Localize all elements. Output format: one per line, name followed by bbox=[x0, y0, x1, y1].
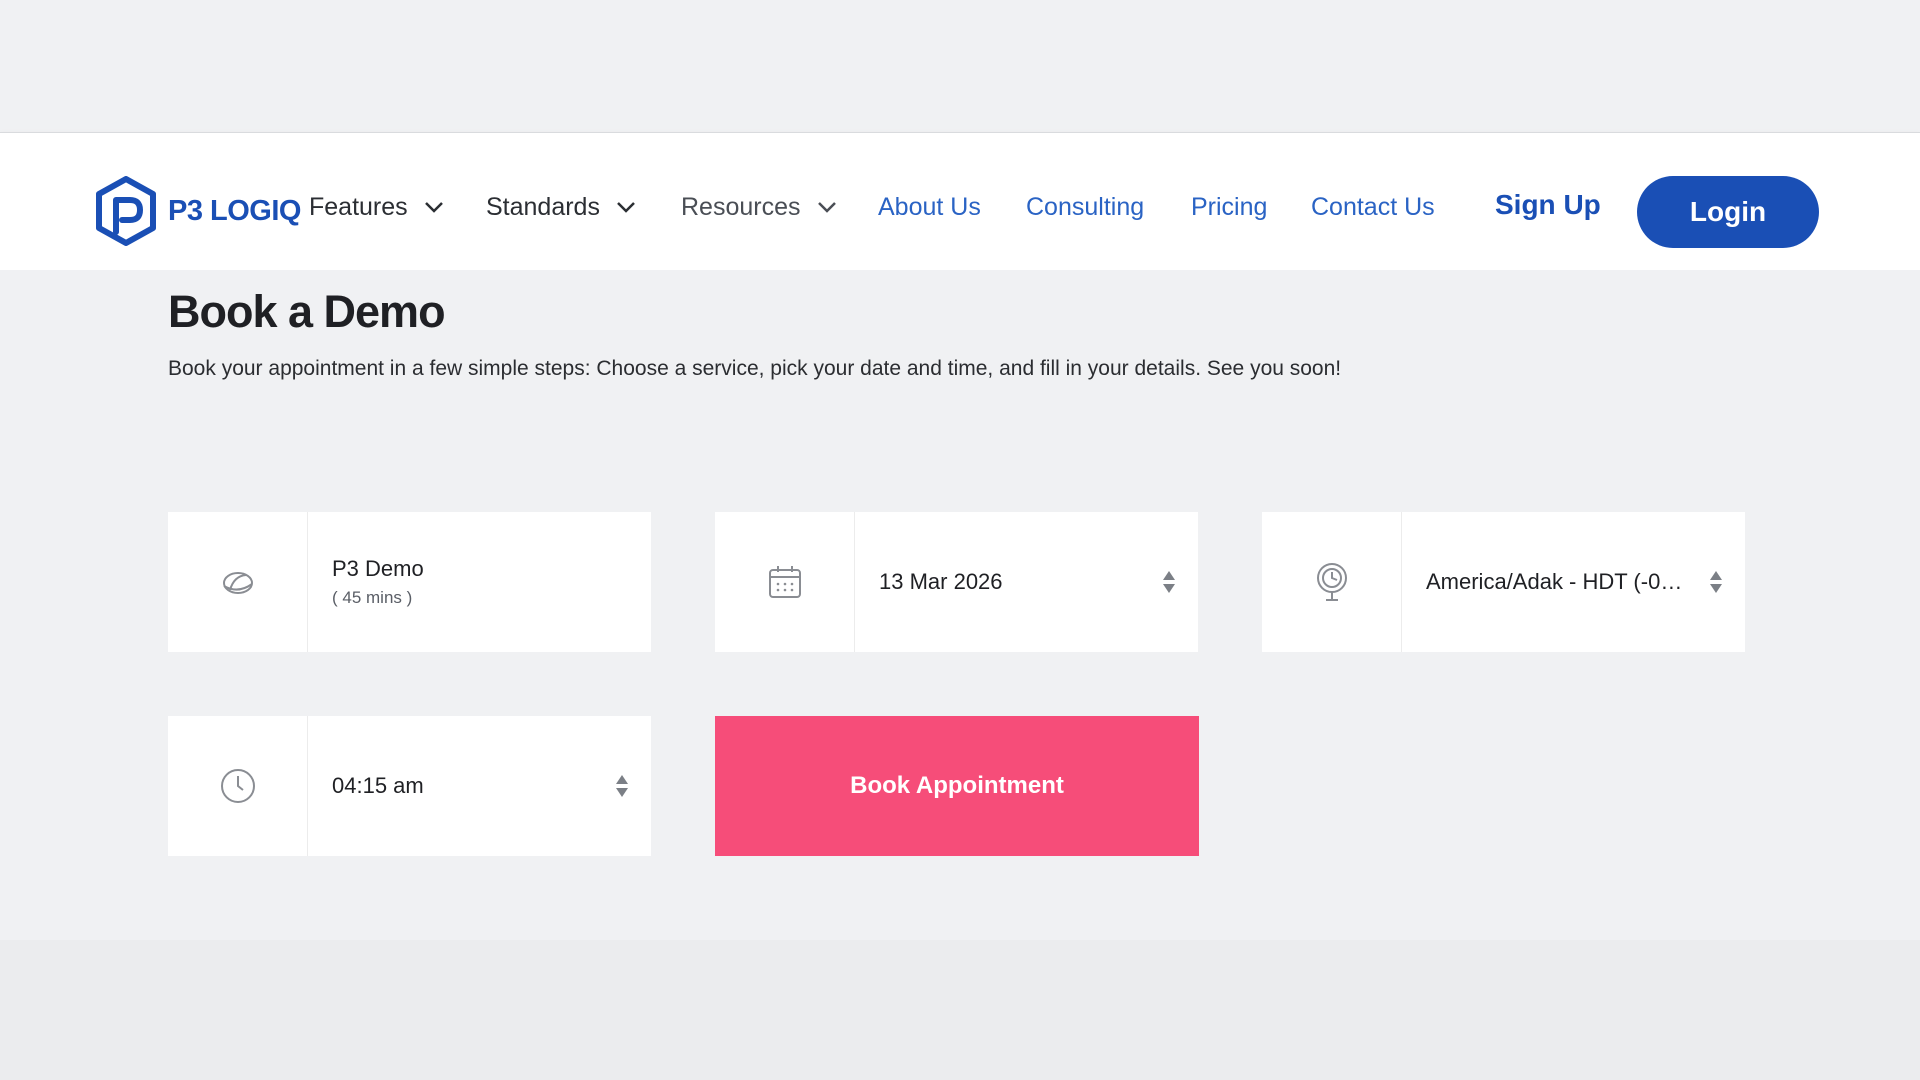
sort-arrows-icon bbox=[1710, 571, 1722, 593]
brand-name: P3 LOGIQ bbox=[168, 194, 301, 227]
timezone-icon bbox=[1316, 563, 1347, 601]
chevron-down-icon bbox=[617, 202, 635, 213]
timezone-value: America/Adak - HDT (-09:... bbox=[1426, 569, 1685, 594]
service-name: P3 Demo bbox=[332, 556, 424, 581]
time-select[interactable]: 04:15 am bbox=[168, 716, 651, 856]
date-icon-box bbox=[715, 512, 855, 652]
nav-contact[interactable]: Contact Us bbox=[1311, 193, 1435, 222]
service-icon bbox=[222, 572, 253, 594]
nav-resources-label: Resources bbox=[681, 193, 801, 221]
date-value: 13 Mar 2026 bbox=[879, 569, 1003, 594]
nav-standards[interactable]: Standards bbox=[486, 193, 636, 222]
login-button[interactable]: Login bbox=[1637, 176, 1819, 248]
time-icon-box bbox=[168, 716, 308, 856]
footer-band bbox=[0, 940, 1920, 1080]
navbar: P3 LOGIQ Features Standards Resources Ab… bbox=[0, 132, 1920, 271]
page-subtitle: Book your appointment in a few simple st… bbox=[168, 357, 1342, 380]
service-duration: ( 45 mins ) bbox=[332, 588, 413, 607]
nav-consulting[interactable]: Consulting bbox=[1026, 193, 1144, 222]
nav-features-label: Features bbox=[309, 193, 408, 221]
booking-section: Book a Demo Book your appointment in a f… bbox=[0, 270, 1920, 940]
time-value: 04:15 am bbox=[332, 773, 424, 798]
timezone-icon-box bbox=[1262, 512, 1402, 652]
date-picker[interactable]: 13 Mar 2026 bbox=[715, 512, 1198, 652]
nav-features[interactable]: Features bbox=[309, 193, 444, 222]
signup-link[interactable]: Sign Up bbox=[1495, 189, 1601, 221]
service-select[interactable]: P3 Demo ( 45 mins ) bbox=[168, 512, 651, 652]
nav-standards-label: Standards bbox=[486, 193, 600, 221]
chevron-down-icon bbox=[424, 202, 443, 213]
nav-pricing[interactable]: Pricing bbox=[1191, 193, 1267, 222]
nav-about[interactable]: About Us bbox=[878, 193, 981, 222]
top-band bbox=[0, 0, 1920, 132]
timezone-select[interactable]: America/Adak - HDT (-09:... bbox=[1262, 512, 1745, 652]
sort-arrows-icon bbox=[1163, 571, 1175, 593]
book-appointment-button[interactable]: Book Appointment bbox=[715, 716, 1199, 856]
brand-logo[interactable]: P3 LOGIQ bbox=[94, 176, 301, 246]
sort-arrows-icon bbox=[616, 775, 628, 797]
chevron-down-icon bbox=[817, 202, 836, 213]
p3-logo-icon bbox=[96, 176, 156, 246]
nav-resources[interactable]: Resources bbox=[681, 193, 837, 222]
calendar-icon bbox=[768, 566, 801, 598]
page-title: Book a Demo bbox=[168, 286, 446, 337]
service-icon-box bbox=[168, 512, 308, 652]
clock-icon bbox=[220, 769, 255, 803]
